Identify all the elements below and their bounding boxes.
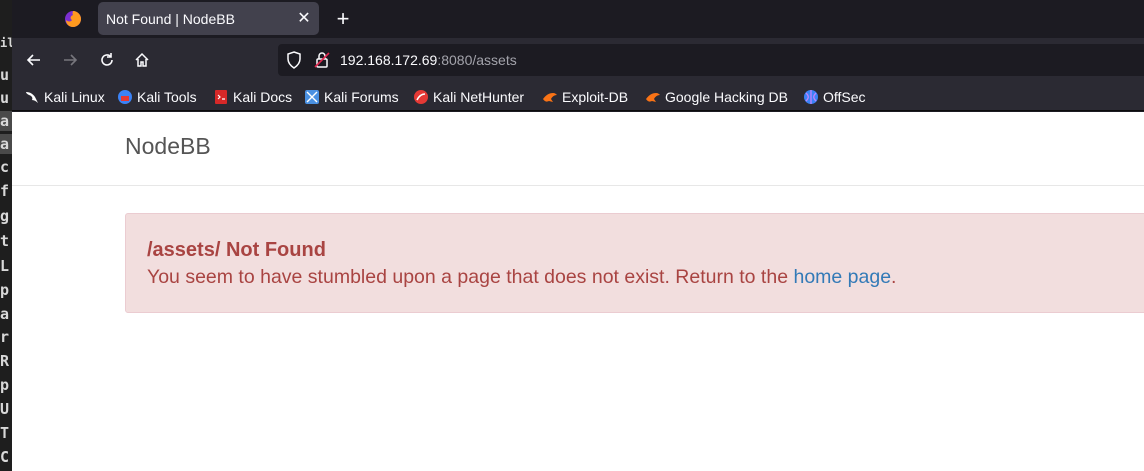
- bookmark-google-hacking-db[interactable]: Google Hacking DB: [645, 87, 788, 107]
- back-icon[interactable]: [20, 46, 48, 74]
- reload-icon[interactable]: [93, 46, 121, 74]
- bookmark-label: Kali Tools: [137, 89, 197, 105]
- terminal-char: c: [0, 158, 10, 176]
- tab-title: Not Found | NodeBB: [106, 11, 235, 27]
- bookmarks-bar: Kali Linux Kali Tools Kali Docs Kali For…: [12, 82, 1144, 111]
- terminal-char: f: [0, 182, 10, 200]
- close-icon[interactable]: ✕: [293, 7, 315, 29]
- alert-title: /assets/ Not Found: [147, 239, 326, 262]
- nethunter-icon: [414, 90, 428, 104]
- alert-message: You seem to have stumbled upon a page th…: [147, 266, 896, 289]
- bookmark-label: Exploit-DB: [562, 89, 629, 105]
- new-tab-button[interactable]: +: [330, 5, 356, 33]
- bookmark-kali-tools[interactable]: Kali Tools: [117, 87, 197, 107]
- shield-icon[interactable]: [286, 51, 302, 74]
- nav-bar: 192.168.172.69:8080/assets: [12, 38, 1144, 82]
- home-page-link[interactable]: home page: [793, 266, 891, 288]
- tab-bar: Not Found | NodeBB ✕ +: [12, 0, 1144, 38]
- terminal-char: [0, 2, 12, 22]
- url-host: 192.168.172.69: [340, 52, 438, 68]
- terminal-char: g: [0, 207, 10, 225]
- firefox-icon[interactable]: [58, 6, 88, 32]
- bookmark-kali-forums[interactable]: Kali Forums: [304, 87, 399, 107]
- bookmark-kali-linux[interactable]: Kali Linux: [24, 87, 105, 107]
- terminal-char: p: [0, 376, 10, 394]
- insecure-lock-icon[interactable]: [314, 51, 330, 74]
- bookmark-label: Google Hacking DB: [665, 89, 788, 105]
- bookmark-kali-nethunter[interactable]: Kali NetHunter: [413, 87, 524, 107]
- terminal-strip: il u u a a c f g t L p a r R p U T C: [0, 0, 12, 471]
- terminal-char: a: [0, 305, 10, 323]
- bookmark-label: Kali Forums: [324, 89, 399, 105]
- kali-tools-icon: [118, 90, 132, 104]
- ghdb-icon: [646, 93, 660, 102]
- url-text[interactable]: 192.168.172.69:8080/assets: [340, 52, 517, 68]
- terminal-char: C: [0, 448, 10, 466]
- alert-message-text: You seem to have stumbled upon a page th…: [147, 266, 794, 288]
- bookmark-label: Kali NetHunter: [433, 89, 525, 105]
- bookmark-offsec[interactable]: OffSec: [803, 87, 866, 107]
- terminal-char: p: [0, 281, 10, 299]
- site-brand-link[interactable]: NodeBB: [125, 133, 211, 160]
- bookmark-kali-docs[interactable]: Kali Docs: [213, 87, 292, 107]
- home-icon[interactable]: [128, 46, 156, 74]
- kali-forums-icon: [305, 90, 319, 104]
- bookmark-label: Kali Docs: [233, 89, 293, 105]
- site-header: NodeBB: [12, 112, 1144, 186]
- kali-dragon-icon: [26, 92, 38, 103]
- terminal-char: t: [0, 232, 10, 250]
- terminal-char: a: [0, 134, 12, 154]
- alert-title-suffix: Not Found: [220, 239, 326, 261]
- terminal-char: u: [0, 89, 10, 107]
- terminal-char: r: [0, 328, 10, 346]
- alert-message-end: .: [891, 266, 897, 288]
- offsec-icon: [804, 90, 818, 104]
- bookmark-label: Kali Linux: [44, 89, 105, 105]
- terminal-char: il: [0, 36, 12, 50]
- alert-path: /assets/: [147, 239, 221, 261]
- url-path: :8080/assets: [437, 52, 517, 68]
- terminal-char: a: [0, 111, 12, 131]
- forward-icon[interactable]: [56, 46, 84, 74]
- kali-docs-icon: [215, 90, 227, 104]
- terminal-char: U: [0, 400, 10, 418]
- bookmark-label: OffSec: [823, 89, 866, 105]
- terminal-char: L: [0, 257, 10, 275]
- bookmark-exploit-db[interactable]: Exploit-DB: [542, 87, 628, 107]
- terminal-char: R: [0, 352, 10, 370]
- terminal-char: T: [0, 424, 10, 442]
- tab-active[interactable]: Not Found | NodeBB ✕: [98, 2, 319, 35]
- terminal-char: u: [0, 66, 10, 84]
- address-bar[interactable]: 192.168.172.69:8080/assets: [278, 44, 1144, 76]
- page-content: NodeBB /assets/ Not Found You seem to ha…: [12, 112, 1144, 471]
- not-found-alert: /assets/ Not Found You seem to have stum…: [125, 213, 1144, 313]
- exploit-db-icon: [543, 93, 557, 102]
